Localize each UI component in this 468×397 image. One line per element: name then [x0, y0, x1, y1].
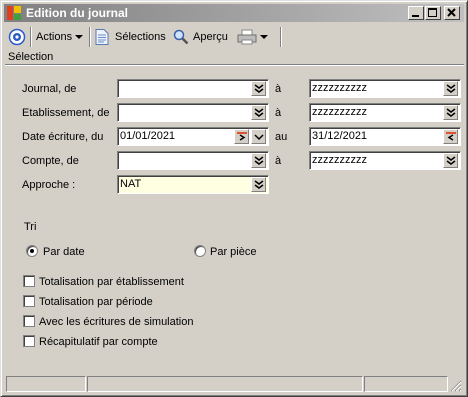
chevron-down-icon	[75, 35, 84, 40]
resize-grip-icon[interactable]	[450, 380, 462, 392]
selection-section-label: Sélection	[8, 51, 54, 63]
close-button[interactable]	[444, 6, 460, 20]
dropdown-double-chevron-icon	[254, 108, 264, 117]
status-panel	[364, 376, 448, 392]
compte-to-field[interactable]: zzzzzzzzzz	[309, 151, 461, 170]
date-from-value: 01/01/2021	[120, 130, 176, 142]
date-to-value: 31/12/2021	[312, 130, 368, 142]
minimize-button[interactable]	[408, 6, 424, 20]
compte-from-dropdown-button[interactable]	[251, 153, 266, 168]
compte-to-dropdown-button[interactable]	[443, 153, 458, 168]
approche-dropdown-button[interactable]	[251, 177, 266, 192]
etablissement-sep-label: à	[275, 107, 282, 119]
magnifier-icon	[173, 29, 189, 45]
app-icon	[7, 6, 21, 20]
etablissement-to-value: zzzzzzzzzz	[312, 106, 367, 118]
date-to-calendar-button[interactable]	[443, 129, 458, 144]
printer-icon	[237, 29, 257, 45]
approche-field[interactable]: NAT	[117, 175, 269, 194]
toolbar-separator	[30, 27, 32, 47]
date-ecriture-label: Date écriture, du	[22, 131, 104, 143]
maximize-icon	[428, 8, 437, 17]
title-bar: Edition du journal	[4, 4, 464, 22]
approche-label: Approche :	[22, 179, 76, 191]
journal-label: Journal, de	[22, 83, 77, 95]
apercu-label: Aperçu	[193, 31, 228, 43]
selections-button[interactable]: Sélections	[95, 27, 166, 47]
par-date-label[interactable]: Par date	[43, 245, 85, 259]
maximize-button[interactable]	[425, 6, 441, 20]
status-bar	[4, 375, 464, 393]
window-title: Edition du journal	[26, 6, 128, 20]
journal-from-field[interactable]	[117, 79, 269, 98]
ecritures-simulation-label[interactable]: Avec les écritures de simulation	[39, 315, 193, 329]
compte-to-value: zzzzzzzzzz	[312, 154, 367, 166]
compte-label: Compte, de	[22, 155, 79, 167]
totalisation-periode-label[interactable]: Totalisation par période	[39, 295, 153, 309]
minimize-icon	[412, 15, 419, 17]
radio-par-date[interactable]	[26, 245, 38, 257]
target-icon[interactable]	[8, 27, 26, 47]
status-panel	[6, 376, 86, 392]
dropdown-double-chevron-icon	[254, 156, 264, 165]
checkbox-totalisation-etablissement[interactable]	[23, 275, 35, 287]
actions-menu-button[interactable]: Actions	[36, 27, 84, 47]
tri-label: Tri	[24, 221, 37, 233]
close-icon	[447, 8, 456, 17]
toolbar-separator	[280, 27, 282, 47]
par-piece-label[interactable]: Par pièce	[210, 245, 256, 259]
dropdown-double-chevron-icon	[254, 180, 264, 189]
compte-from-field[interactable]	[117, 151, 269, 170]
toolbar-separator	[89, 27, 91, 47]
status-panel	[87, 376, 363, 392]
date-to-field[interactable]: 31/12/2021	[309, 127, 461, 146]
etablissement-from-dropdown-button[interactable]	[251, 105, 266, 120]
etablissement-to-dropdown-button[interactable]	[443, 105, 458, 120]
chevron-down-icon	[260, 35, 268, 40]
print-button[interactable]	[237, 27, 268, 47]
toolbar: Actions Sélections Aperçu	[4, 24, 464, 50]
radio-selected-dot	[30, 249, 34, 253]
calendar-icon	[446, 132, 456, 141]
actions-label: Actions	[36, 31, 73, 43]
document-icon	[95, 29, 109, 46]
calendar-icon	[237, 132, 247, 141]
journal-from-dropdown-button[interactable]	[251, 81, 266, 96]
checkbox-ecritures-simulation[interactable]	[23, 315, 35, 327]
dropdown-double-chevron-icon	[254, 84, 264, 93]
dropdown-double-chevron-icon	[446, 156, 456, 165]
chevron-down-icon	[254, 134, 264, 141]
totalisation-etablissement-label[interactable]: Totalisation par établissement	[39, 275, 184, 289]
apercu-button[interactable]: Aperçu	[173, 27, 228, 47]
etablissement-label: Etablissement, de	[22, 107, 110, 119]
date-sep-label: au	[275, 131, 288, 143]
journal-to-field[interactable]: zzzzzzzzzz	[309, 79, 461, 98]
dropdown-double-chevron-icon	[446, 108, 456, 117]
compte-sep-label: à	[275, 155, 282, 167]
journal-to-value: zzzzzzzzzz	[312, 82, 367, 94]
radio-par-piece[interactable]	[194, 245, 206, 257]
dropdown-double-chevron-icon	[446, 84, 456, 93]
etablissement-from-field[interactable]	[117, 103, 269, 122]
recapitulatif-compte-label[interactable]: Récapitulatif par compte	[39, 335, 158, 349]
date-from-calendar-button[interactable]	[234, 129, 249, 144]
journal-to-dropdown-button[interactable]	[443, 81, 458, 96]
selections-label: Sélections	[115, 31, 166, 43]
checkbox-recapitulatif-compte[interactable]	[23, 335, 35, 347]
etablissement-to-field[interactable]: zzzzzzzzzz	[309, 103, 461, 122]
section-divider	[5, 64, 464, 66]
edition-journal-window: Edition du journal Actions Sélections Ap…	[0, 0, 468, 397]
checkbox-totalisation-periode[interactable]	[23, 295, 35, 307]
approche-value: NAT	[120, 178, 142, 190]
date-from-field[interactable]: 01/01/2021	[117, 127, 269, 146]
date-from-dropdown-button[interactable]	[251, 129, 266, 144]
journal-sep-label: à	[275, 83, 282, 95]
